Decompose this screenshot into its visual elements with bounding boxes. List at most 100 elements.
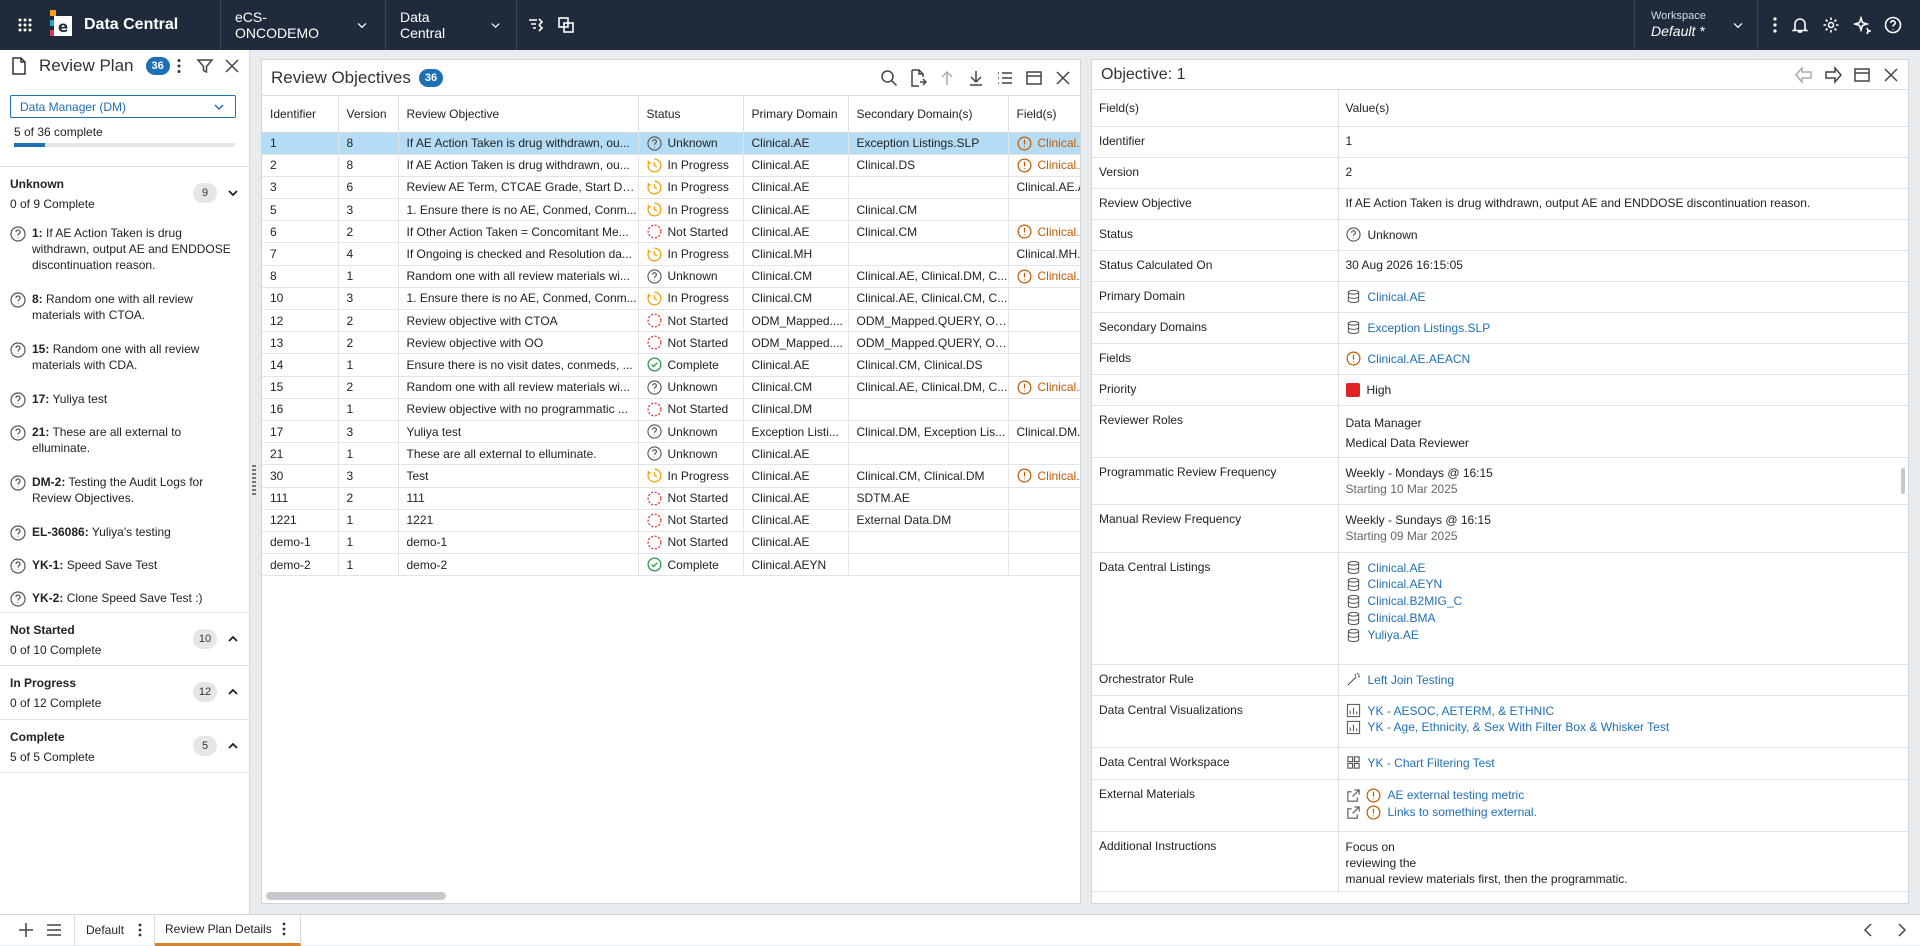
field-text: Clinical.AE <box>1037 380 1081 395</box>
column-header[interactable]: Secondary Domain(s) <box>848 96 1009 133</box>
help-icon[interactable] <box>1884 16 1902 34</box>
table-row[interactable]: 12 2 Review objective with CTOA Not Started… <box>262 309 1080 333</box>
link[interactable]: Clinical.AEYN <box>1368 576 1443 593</box>
table-row[interactable]: 8 1 Random one with all review materials w… <box>262 265 1080 288</box>
gear-icon[interactable] <box>1822 16 1840 34</box>
table-row[interactable]: 13 2 Review objective with OO Not Started OD… <box>262 331 1080 355</box>
tab-menu-icon[interactable] <box>45 921 63 939</box>
tab-review-plan-details[interactable]: Review Plan Details <box>155 914 301 946</box>
list-item[interactable]: EL-36086: Yuliya's testing <box>0 517 249 550</box>
more-vert-icon[interactable] <box>1772 16 1778 34</box>
table-row[interactable]: demo-2 1 demo-2 Complete Clinical.AEYN <box>262 553 1080 577</box>
table-row[interactable]: 111 2 111 Not Started Clinical.AE SDTM.AE <box>262 487 1080 510</box>
arrow-up-icon[interactable] <box>938 69 956 87</box>
table-row[interactable]: 6 2 If Other Action Taken = Concomitant Me… <box>262 220 1080 244</box>
table-row[interactable]: 16 1 Review objective with no programmatic… <box>262 398 1080 421</box>
table-row[interactable]: 3 6 Review AE Term, CTCAE Grade, Start Dat… <box>262 176 1080 200</box>
more-vert-icon[interactable] <box>281 922 287 936</box>
chevron-up-icon[interactable] <box>227 686 239 698</box>
group-unknown[interactable]: Unknown 0 of 9 Complete 9 <box>0 166 249 220</box>
role-select[interactable]: Data Manager (DM) <box>10 95 236 118</box>
add-tab-icon[interactable] <box>17 921 35 939</box>
orchestrator-link[interactable]: Left Join Testing <box>1368 672 1455 688</box>
table-row[interactable]: 10 3 1. Ensure there is no AE, Conmed, Con… <box>262 287 1080 311</box>
table-cell: Unknown <box>638 265 744 288</box>
table-cell <box>1008 398 1080 421</box>
progress-fill <box>14 143 45 147</box>
study-selector[interactable]: eCS-ONCODEMO <box>221 0 385 50</box>
list-item[interactable]: 15: Random one with all review materials… <box>0 334 249 384</box>
more-vert-icon[interactable] <box>176 58 182 74</box>
external-material-link[interactable]: Links to something external. <box>1388 804 1537 821</box>
table-cell: 1 <box>338 509 399 532</box>
link[interactable]: Clinical.AE <box>1368 560 1426 577</box>
group-not-started[interactable]: Not Started 0 of 10 Complete 10 <box>0 612 249 666</box>
list-item[interactable]: 1: If AE Action Taken is drug withdrawn,… <box>0 218 249 284</box>
column-header[interactable]: Identifier <box>262 96 339 133</box>
search-icon[interactable] <box>880 69 898 87</box>
more-vert-icon[interactable] <box>137 923 143 937</box>
workspace-selector[interactable]: Workspace Default * <box>1634 0 1758 50</box>
maximize-icon[interactable] <box>1853 66 1871 84</box>
column-header[interactable]: Field(s) <box>1008 96 1080 133</box>
chevron-up-icon[interactable] <box>227 740 239 752</box>
column-header[interactable]: Status <box>638 96 744 133</box>
table-row[interactable]: 5 3 1. Ensure there is no AE, Conmed, Conm… <box>262 198 1080 222</box>
bell-icon[interactable] <box>1791 16 1809 34</box>
table-row[interactable]: 2 8 If AE Action Taken is drug withdrawn, … <box>262 154 1080 177</box>
list-item[interactable]: 8: Random one with all review materials … <box>0 284 249 334</box>
link[interactable]: YK - AESOC, AETERM, & ETHNIC <box>1368 703 1555 720</box>
previous-arrow-icon[interactable] <box>1795 66 1813 84</box>
list-view-icon[interactable] <box>996 69 1014 87</box>
close-icon[interactable] <box>1882 66 1900 84</box>
close-icon[interactable] <box>223 57 241 75</box>
table-row[interactable]: 7 4 If Ongoing is checked and Resolution d… <box>262 242 1080 266</box>
table-row[interactable]: 15 2 Random one with all review materials … <box>262 376 1081 399</box>
table-row[interactable]: 1 8 If AE Action Taken is drug withdrawn, … <box>262 132 1080 155</box>
table-row[interactable]: demo-1 1 demo-1 Not Started Clinical.AE <box>262 531 1080 555</box>
column-header[interactable]: Version <box>338 96 399 133</box>
external-material-link[interactable]: AE external testing metric <box>1388 787 1525 804</box>
maximize-icon[interactable] <box>1025 69 1043 87</box>
scroll-tabs-left-icon[interactable] <box>1860 921 1878 939</box>
scroll-tabs-right-icon[interactable] <box>1892 921 1910 939</box>
link[interactable]: Clinical.B2MIG_C <box>1368 593 1463 610</box>
list-item[interactable]: YK-1: Speed Save Test <box>0 550 249 583</box>
filter-tree-icon[interactable] <box>527 16 545 34</box>
tab-default[interactable]: Default <box>75 914 155 946</box>
primary-domain-link[interactable]: Clinical.AE <box>1368 289 1426 305</box>
table-row[interactable]: 1221 1 1221 Not Started Clinical.AE External … <box>262 509 1080 532</box>
group-in-progress[interactable]: In Progress 0 of 12 Complete 12 <box>0 665 249 719</box>
link[interactable]: Yuliya.AE <box>1368 627 1419 644</box>
apps-grid-icon[interactable] <box>0 0 50 50</box>
next-arrow-icon[interactable] <box>1824 66 1842 84</box>
list-item[interactable]: DM-2: Testing the Audit Logs for Review … <box>0 467 249 517</box>
list-item[interactable]: 21: These are all external to elluminate… <box>0 417 249 467</box>
field-link[interactable]: Clinical.AE.AEACN <box>1368 351 1471 367</box>
share-icon[interactable] <box>557 16 575 34</box>
status-text: Complete <box>667 557 719 572</box>
horizontal-scrollbar[interactable] <box>266 892 446 900</box>
filter-icon[interactable] <box>196 57 214 75</box>
table-row[interactable]: 14 1 Ensure there is no visit dates, conme… <box>262 353 1080 377</box>
column-header[interactable]: Primary Domain <box>743 96 849 133</box>
ai-sparkle-icon[interactable] <box>1853 16 1871 34</box>
link[interactable]: Clinical.BMA <box>1368 610 1436 627</box>
link[interactable]: YK - Age, Ethnicity, & Sex With Filter B… <box>1368 719 1670 736</box>
secondary-domain-link[interactable]: Exception Listings.SLP <box>1368 320 1491 336</box>
chevron-up-icon[interactable] <box>227 633 239 645</box>
workspace-link[interactable]: YK - Chart Filtering Test <box>1368 755 1495 771</box>
module-selector[interactable]: Data Central <box>386 0 516 50</box>
chevron-down-icon[interactable] <box>227 187 239 199</box>
close-icon[interactable] <box>1054 69 1072 87</box>
table-row[interactable]: 21 1 These are all external to elluminate.… <box>262 442 1080 466</box>
panel-resize-handle[interactable] <box>252 465 256 495</box>
group-complete[interactable]: Complete 5 of 5 Complete 5 <box>0 719 249 773</box>
download-icon[interactable] <box>967 69 985 87</box>
table-row[interactable]: 17 3 Yuliya test Unknown Exception Listi... C… <box>262 420 1080 444</box>
table-row[interactable]: 30 3 Test In Progress Clinical.AE Clinical.CM… <box>262 464 1080 488</box>
export-icon[interactable] <box>909 69 927 87</box>
column-header[interactable]: Review Objective <box>398 96 639 133</box>
list-item[interactable]: 17: Yuliya test <box>0 384 249 417</box>
vertical-scrollbar[interactable] <box>1901 468 1905 494</box>
